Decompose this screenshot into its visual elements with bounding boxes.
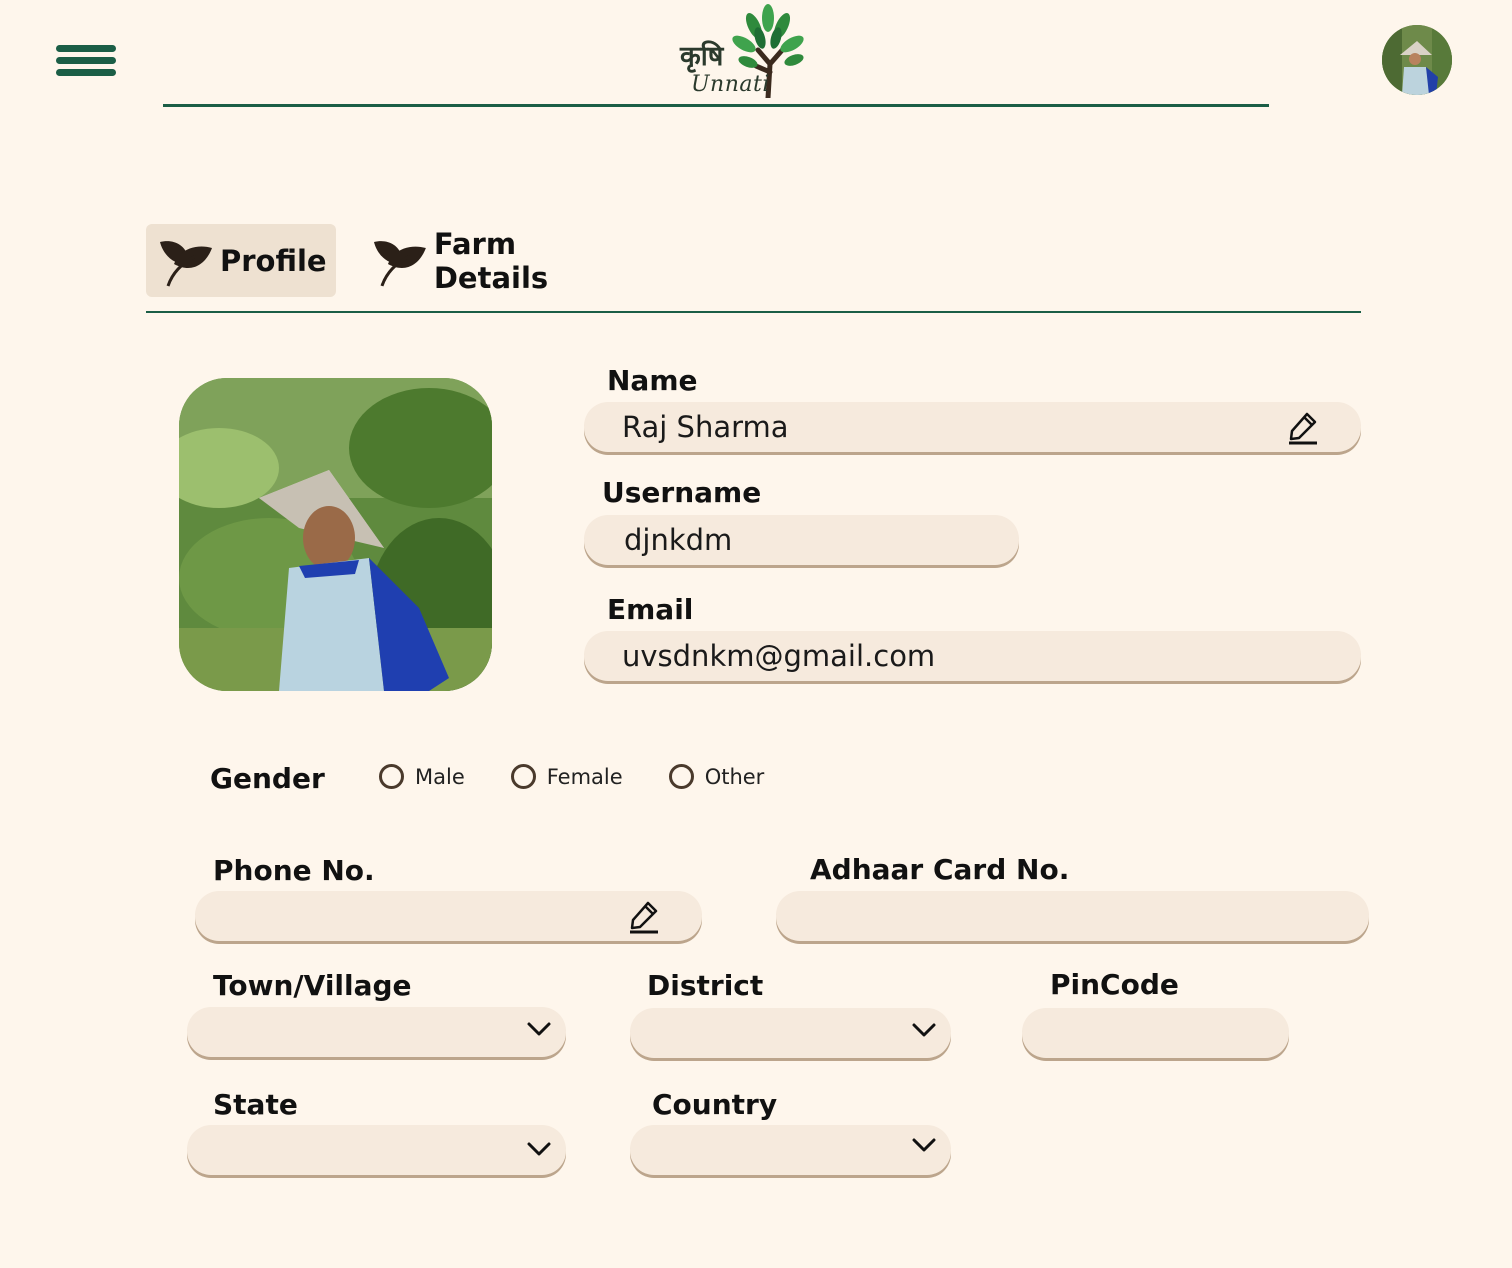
gender-label: Gender — [210, 762, 325, 795]
tab-profile[interactable]: Profile — [146, 224, 336, 297]
adhaar-field[interactable] — [776, 891, 1369, 941]
leaf-icon — [160, 240, 212, 287]
avatar-image — [1382, 25, 1452, 95]
username-label: Username — [602, 476, 762, 509]
tab-farm-details-label: Farm Details — [433, 226, 549, 295]
chevron-down-icon[interactable] — [526, 1019, 552, 1039]
tabs-divider — [146, 311, 1361, 313]
header-divider — [163, 104, 1269, 107]
gender-radio-male[interactable]: Male — [379, 764, 465, 789]
phone-label: Phone No. — [213, 854, 375, 887]
gender-radio-female[interactable]: Female — [510, 764, 623, 789]
tab-farm-details[interactable]: Farm Details — [360, 224, 640, 297]
hamburger-menu-icon[interactable] — [56, 45, 116, 77]
user-avatar[interactable] — [1382, 25, 1452, 95]
chevron-down-icon[interactable] — [526, 1139, 552, 1159]
username-field[interactable]: djnkdm — [584, 515, 1019, 565]
chevron-down-icon[interactable] — [911, 1020, 937, 1040]
gender-radio-group: Male Female Other — [379, 764, 810, 789]
pincode-field[interactable] — [1022, 1008, 1289, 1058]
district-select[interactable] — [630, 1008, 951, 1058]
adhaar-label: Adhaar Card No. — [810, 853, 1070, 886]
email-value: uvsdnkm@gmail.com — [622, 639, 936, 673]
gender-option-label: Other — [704, 764, 765, 789]
logo-text: Unnati — [691, 72, 770, 97]
email-field[interactable]: uvsdnkm@gmail.com — [584, 631, 1361, 681]
name-label: Name — [607, 364, 698, 397]
phone-field[interactable] — [195, 891, 702, 941]
username-value: djnkdm — [624, 523, 733, 557]
tab-profile-label: Profile — [220, 243, 327, 278]
state-select[interactable] — [187, 1125, 566, 1175]
radio-circle-icon[interactable] — [379, 764, 404, 789]
pincode-label: PinCode — [1050, 968, 1179, 1001]
gender-radio-other[interactable]: Other — [668, 764, 765, 789]
town-label: Town/Village — [213, 969, 412, 1002]
leaf-icon — [373, 240, 426, 286]
country-select[interactable] — [630, 1125, 951, 1175]
pencil-icon[interactable] — [1287, 411, 1319, 445]
app-logo: कृषि Unnati — [676, 2, 816, 100]
email-label: Email — [607, 593, 694, 626]
gender-option-label: Male — [415, 764, 465, 789]
town-select[interactable] — [187, 1007, 566, 1057]
chevron-down-icon[interactable] — [911, 1135, 937, 1155]
pencil-icon[interactable] — [628, 900, 660, 934]
district-label: District — [647, 969, 764, 1002]
profile-photo[interactable] — [179, 378, 492, 691]
radio-circle-icon[interactable] — [510, 764, 536, 789]
name-value: Raj Sharma — [622, 410, 789, 444]
profile-photo-image — [179, 378, 492, 691]
state-label: State — [213, 1088, 298, 1121]
gender-option-label: Female — [546, 764, 623, 789]
country-label: Country — [652, 1088, 778, 1121]
radio-circle-icon[interactable] — [668, 764, 694, 789]
logo-hindi-text: कृषि — [680, 41, 724, 72]
name-field[interactable]: Raj Sharma — [584, 402, 1361, 452]
